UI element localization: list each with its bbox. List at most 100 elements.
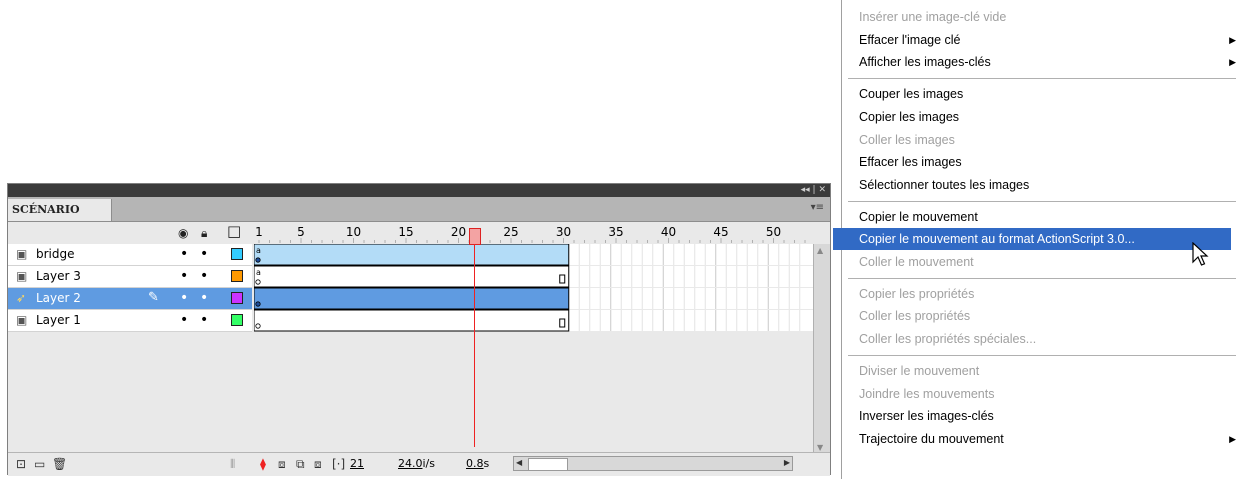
edit-multiple-frames-icon[interactable]: ⧈ bbox=[314, 457, 322, 472]
layer-color-swatch[interactable] bbox=[231, 270, 243, 282]
scroll-down-icon[interactable]: ▼ bbox=[817, 443, 823, 452]
panel-title-bar: ◂◂ | ✕ bbox=[8, 184, 830, 197]
menu-item[interactable]: Copier le mouvement au format ActionScri… bbox=[833, 228, 1231, 251]
layer-name[interactable]: Layer 2 bbox=[36, 291, 81, 305]
menu-item-label: Sélectionner toutes les images bbox=[859, 177, 1030, 192]
panel-tab-row: SCÉNARIO ▾≡ bbox=[8, 197, 830, 222]
menu-item[interactable]: Inverser les images-clés bbox=[842, 405, 1238, 427]
layer-name[interactable]: Layer 1 bbox=[36, 313, 81, 327]
scroll-right-icon[interactable]: ▶ bbox=[784, 458, 790, 467]
menu-item: Coller les propriétés bbox=[842, 305, 1238, 327]
visibility-dot[interactable]: • bbox=[180, 311, 188, 329]
menu-item-label: Trajectoire du mouvement bbox=[859, 431, 1004, 446]
menu-separator bbox=[848, 78, 1236, 80]
vertical-scrollbar[interactable]: ▲ ▼ bbox=[813, 244, 830, 454]
eye-icon[interactable]: ◉ bbox=[178, 226, 188, 240]
submenu-arrow-icon: ▶ bbox=[1229, 34, 1236, 45]
menu-item: Coller les images bbox=[842, 129, 1238, 151]
frame-rate-unit: i/s bbox=[422, 457, 436, 470]
submenu-arrow-icon: ▶ bbox=[1229, 433, 1236, 444]
context-menu: Insérer une image-clé vide Effacer l'imag… bbox=[833, 0, 1243, 479]
menu-item: Joindre les mouvements bbox=[842, 383, 1238, 405]
lock-dot[interactable]: • bbox=[200, 267, 208, 285]
center-frame-icon[interactable]: ⧫ bbox=[260, 457, 266, 471]
menu-item[interactable]: Trajectoire du mouvement ▶ bbox=[842, 428, 1238, 450]
menu-item[interactable]: Sélectionner toutes les images bbox=[842, 174, 1238, 196]
layer-row[interactable]: ▣ Layer 1 • • bbox=[8, 310, 252, 332]
panel-collapse-close-controls[interactable]: ◂◂ | ✕ bbox=[801, 184, 826, 197]
divider-icon: ⦀ bbox=[230, 457, 236, 471]
menu-item-label: Joindre les mouvements bbox=[859, 386, 995, 401]
scroll-up-icon[interactable]: ▲ bbox=[817, 246, 823, 255]
visibility-dot[interactable]: • bbox=[180, 245, 188, 263]
layer-color-swatch[interactable] bbox=[231, 314, 243, 326]
menu-separator bbox=[848, 277, 1236, 279]
menu-item[interactable]: Effacer l'image clé ▶ bbox=[842, 29, 1238, 51]
tab-timeline[interactable]: SCÉNARIO bbox=[8, 199, 112, 221]
visibility-dot[interactable]: • bbox=[180, 289, 188, 307]
menu-item[interactable]: Effacer les images bbox=[842, 151, 1238, 173]
visibility-dot[interactable]: • bbox=[180, 267, 188, 285]
horizontal-scrollbar[interactable]: ◀ ▶ bbox=[513, 456, 793, 471]
frame-span bbox=[254, 287, 570, 310]
modify-onion-markers-icon[interactable]: [·] bbox=[332, 457, 345, 471]
new-folder-icon[interactable]: ▭ bbox=[34, 457, 45, 471]
frames-svg[interactable]: aa bbox=[254, 244, 814, 447]
menu-item[interactable]: Copier le mouvement bbox=[842, 206, 1238, 228]
menu-item-label: Copier le mouvement au format ActionScri… bbox=[859, 232, 1135, 247]
menu-item[interactable]: Couper les images bbox=[842, 83, 1238, 105]
mouse-cursor-icon bbox=[1192, 242, 1209, 266]
menu-item-label: Coller les images bbox=[859, 132, 955, 147]
ruler-ticks bbox=[258, 238, 806, 243]
layer-row[interactable]: ➶ Layer 2 ✎ • • bbox=[8, 288, 252, 310]
menu-item: Copier les propriétés bbox=[842, 283, 1238, 305]
timeline-status-bar: ⊡ ▭ 🗑︎ ⦀ ⧫ ⧈ ⧉ ⧈ [·] 21 24.0i/s 0.8s ◀ ▶ bbox=[8, 452, 830, 476]
scroll-left-icon[interactable]: ◀ bbox=[516, 458, 522, 467]
submenu-arrow-icon: ▶ bbox=[1229, 57, 1236, 68]
menu-item-label: Couper les images bbox=[859, 87, 964, 102]
menu-item-label: Coller les propriétés bbox=[859, 309, 971, 324]
menu-separator bbox=[848, 354, 1236, 356]
frame-span bbox=[254, 244, 570, 266]
onion-skin-icon[interactable]: ⧈ bbox=[278, 457, 286, 472]
menu-item: Coller le mouvement bbox=[842, 251, 1238, 273]
layer-icon: ▣ bbox=[16, 313, 28, 327]
onion-outline-icon[interactable]: ⧉ bbox=[296, 457, 305, 472]
end-frame-box bbox=[559, 318, 566, 328]
lock-dot[interactable]: • bbox=[200, 245, 208, 263]
tween-layer-icon: ➶ bbox=[16, 291, 27, 305]
layer-color-swatch[interactable] bbox=[231, 292, 243, 304]
layer-color-swatch[interactable] bbox=[231, 248, 243, 260]
keyframe-dot bbox=[255, 301, 261, 307]
end-frame-box bbox=[559, 274, 566, 284]
new-layer-icon[interactable]: ⊡ bbox=[16, 457, 26, 471]
menu-item: Coller les propriétés spéciales... bbox=[842, 328, 1238, 350]
menu-separator bbox=[848, 200, 1236, 202]
frames-grid[interactable]: aa bbox=[254, 244, 814, 447]
keyframe-dot bbox=[255, 323, 261, 329]
layer-row[interactable]: ▣ bridge • • bbox=[8, 244, 252, 266]
menu-item-label: Afficher les images-clés bbox=[859, 55, 991, 70]
lock-icon[interactable]: 🔒︎ bbox=[201, 226, 207, 240]
menu-item: Diviser le mouvement bbox=[842, 360, 1238, 382]
scroll-thumb[interactable] bbox=[528, 458, 568, 471]
panel-menu-icon[interactable]: ▾≡ bbox=[811, 202, 824, 213]
pencil-icon: ✎ bbox=[148, 290, 159, 305]
lock-dot[interactable]: • bbox=[200, 289, 208, 307]
layer-icon: ▣ bbox=[16, 269, 28, 283]
layer-row[interactable]: ▣ Layer 3 • • bbox=[8, 266, 252, 288]
outline-icon[interactable]: □ bbox=[227, 224, 241, 239]
menu-item[interactable]: Afficher les images-clés ▶ bbox=[842, 51, 1238, 73]
frame-rate[interactable]: 24.0i/s bbox=[398, 457, 435, 470]
lock-dot[interactable]: • bbox=[200, 311, 208, 329]
keyframe-dot bbox=[255, 257, 261, 263]
frame-span bbox=[254, 265, 570, 288]
menu-item-label: Coller les propriétés spéciales... bbox=[859, 332, 1037, 347]
playhead[interactable] bbox=[469, 228, 481, 245]
layer-name[interactable]: Layer 3 bbox=[36, 269, 81, 283]
delete-layer-icon[interactable]: 🗑︎ bbox=[52, 457, 67, 471]
elapsed-time[interactable]: 0.8s bbox=[466, 457, 489, 470]
layer-name[interactable]: bridge bbox=[36, 247, 75, 261]
menu-item[interactable]: Copier les images bbox=[842, 106, 1238, 128]
current-frame[interactable]: 21 bbox=[350, 457, 364, 470]
